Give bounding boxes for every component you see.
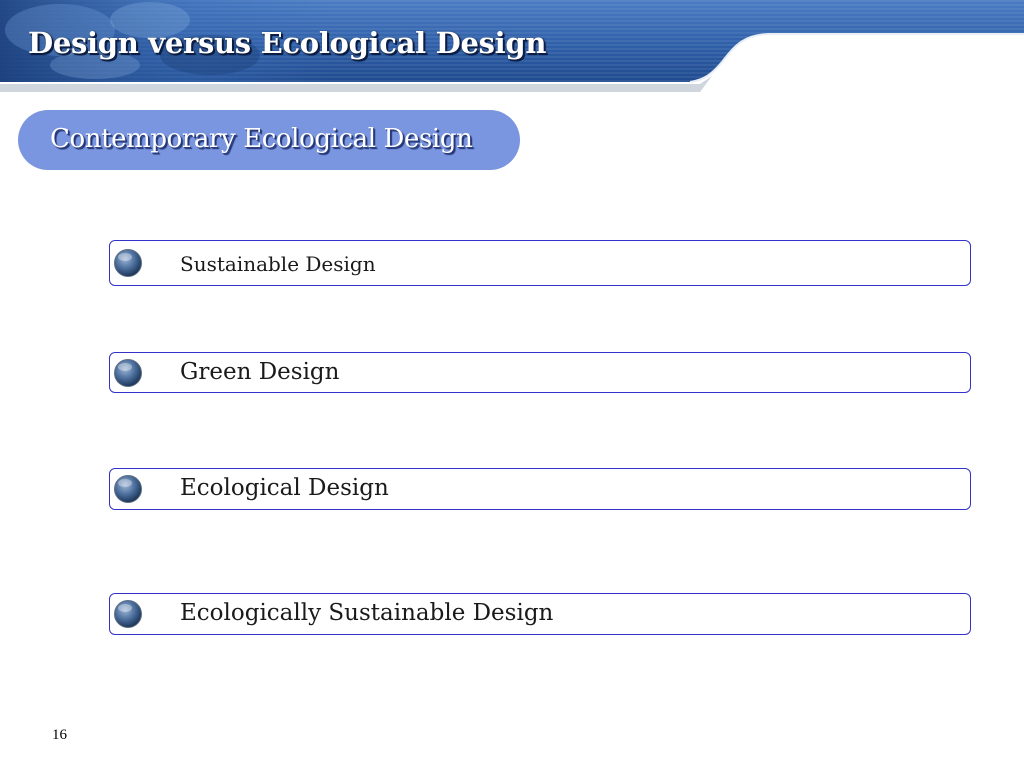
section-title: Contemporary Ecological Design	[50, 124, 473, 154]
page-number: 16	[52, 727, 67, 743]
glossy-blue-sphere-icon	[114, 600, 142, 628]
glossy-blue-sphere-icon	[114, 359, 142, 387]
item-label: Green Design	[180, 359, 340, 385]
list-item: Green Design	[109, 352, 971, 393]
glossy-blue-sphere-icon	[114, 249, 142, 277]
glossy-blue-sphere-icon	[114, 475, 142, 503]
list-item: Ecological Design	[109, 468, 971, 510]
item-label: Sustainable Design	[180, 252, 376, 276]
item-label: Ecological Design	[180, 475, 389, 501]
slide-title: Design versus Ecological Design	[28, 26, 547, 60]
header-banner: Design versus Ecological Design	[0, 0, 1024, 92]
section-pill: Contemporary Ecological Design	[18, 110, 520, 170]
item-label: Ecologically Sustainable Design	[180, 600, 554, 626]
list-item: Sustainable Design	[109, 240, 971, 286]
list-item: Ecologically Sustainable Design	[109, 593, 971, 635]
